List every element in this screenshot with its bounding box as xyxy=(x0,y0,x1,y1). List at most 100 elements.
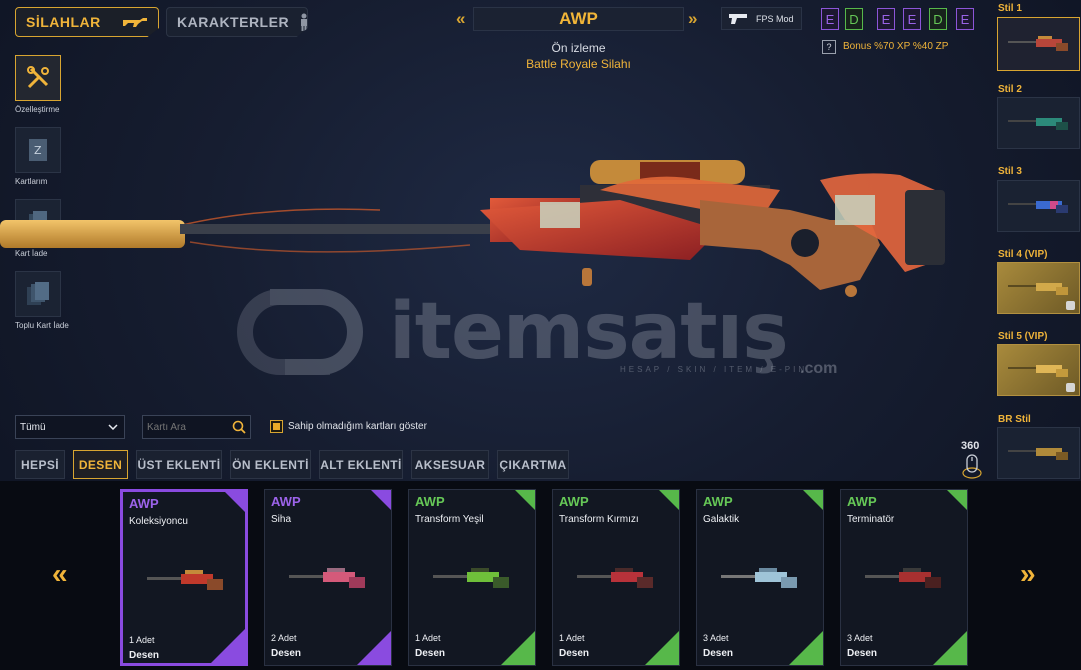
skin-thumbnail xyxy=(147,570,223,590)
watermark-sub: HESAP / SKIN / ITEM / E-PIN xyxy=(620,365,808,374)
next-weapon-chevron-icon[interactable]: » xyxy=(688,9,697,29)
rarity-corner xyxy=(225,492,245,512)
prev-weapon-chevron-icon[interactable]: « xyxy=(456,9,465,29)
search-icon[interactable] xyxy=(232,420,246,439)
grade-badge: E xyxy=(821,8,839,30)
weapon-subtitle: Battle Royale Silahı xyxy=(526,57,631,71)
card-name: Koleksiyoncu xyxy=(129,516,188,527)
tab-characters[interactable]: KARAKTERLER xyxy=(166,7,308,37)
fps-mode-button[interactable]: FPS Mod xyxy=(721,7,802,30)
awp-skin-thumbnail xyxy=(1007,118,1068,130)
card-name: Galaktik xyxy=(703,514,740,525)
bonus-text: Bonus %70 XP %40 ZP xyxy=(843,41,949,52)
preview-label: Ön izleme xyxy=(551,41,606,55)
watermark-dot: .com xyxy=(800,360,838,377)
card-count: 1 Adet xyxy=(559,633,585,643)
skin-card[interactable]: AWP Transform Kırmızı 1 Adet Desen xyxy=(552,489,680,666)
lock-icon xyxy=(1066,383,1075,392)
rarity-corner xyxy=(515,490,535,510)
lock-icon xyxy=(1066,301,1075,310)
card-weapon: AWP xyxy=(559,494,589,509)
card-count: 3 Adet xyxy=(847,633,873,643)
filter-select[interactable]: Tümü xyxy=(15,415,125,439)
card-count: 1 Adet xyxy=(129,635,155,645)
grade-badge: E xyxy=(903,8,921,30)
style-card-3[interactable] xyxy=(997,180,1080,232)
tab-weapons[interactable]: SİLAHLAR xyxy=(15,7,159,37)
card-type: Desen xyxy=(271,648,302,659)
grade-badge: D xyxy=(845,8,863,30)
awp-skin-thumbnail xyxy=(1007,201,1068,213)
card-type: Desen xyxy=(415,648,446,659)
skin-thumbnail xyxy=(865,568,941,588)
card-type: Desen xyxy=(559,648,590,659)
card-weapon: AWP xyxy=(129,496,159,511)
pistol-icon xyxy=(728,13,748,25)
rotate-360-label: 360 xyxy=(961,440,980,452)
show-unowned-label: Sahip olmadığım kartları göster xyxy=(288,421,427,432)
show-unowned-checkbox[interactable] xyxy=(270,420,283,433)
mouse-icon[interactable] xyxy=(962,453,982,484)
rarity-corner xyxy=(947,490,967,510)
wrench-screwdriver-icon[interactable] xyxy=(15,55,61,101)
rarity-corner xyxy=(659,490,679,510)
bonus-help-icon[interactable]: ? xyxy=(822,40,836,54)
skin-thumbnail xyxy=(289,568,365,588)
style-label: Stil 2 xyxy=(998,84,1022,95)
customize-tool[interactable]: Özelleştirme xyxy=(15,55,61,114)
awp-skin-thumbnail xyxy=(1007,36,1068,51)
rifle-icon xyxy=(122,16,148,28)
skin-card[interactable]: AWP Transform Yeşil 1 Adet Desen xyxy=(408,489,536,666)
card-count: 1 Adet xyxy=(415,633,441,643)
card-type: Desen xyxy=(129,650,160,661)
card-count: 3 Adet xyxy=(703,633,729,643)
tab-all[interactable]: HEPSİ xyxy=(15,450,65,479)
tab-front-attachment[interactable]: ÖN EKLENTİ xyxy=(230,450,311,479)
skin-card[interactable]: AWP Koleksiyoncu 1 Adet Desen xyxy=(120,489,248,666)
style-card-br[interactable] xyxy=(997,427,1080,479)
rarity-corner xyxy=(371,490,391,510)
grade-badge: E xyxy=(877,8,895,30)
skin-card[interactable]: AWP Terminatör 3 Adet Desen xyxy=(840,489,968,666)
style-card-1[interactable] xyxy=(997,17,1080,71)
style-label: Stil 4 (VIP) xyxy=(998,249,1048,260)
rarity-corner xyxy=(803,490,823,510)
next-page-chevron-icon[interactable]: » xyxy=(1020,558,1036,590)
tab-top-attachment[interactable]: ÜST EKLENTİ xyxy=(136,450,222,479)
rarity-corner xyxy=(357,631,391,665)
filter-select-value: Tümü xyxy=(20,421,46,433)
tab-weapons-label: SİLAHLAR xyxy=(26,14,101,30)
prev-page-chevron-icon[interactable]: « xyxy=(52,558,68,590)
card-name: Terminatör xyxy=(847,514,895,525)
rarity-corner xyxy=(645,631,679,665)
rarity-corner xyxy=(933,631,967,665)
card-name: Siha xyxy=(271,514,292,525)
bulk-card-return-label: Toplu Kart İade xyxy=(15,321,69,330)
style-label: Stil 3 xyxy=(998,166,1022,177)
skin-card[interactable]: AWP Galaktik 3 Adet Desen xyxy=(696,489,824,666)
tab-bottom-attachment[interactable]: ALT EKLENTİ xyxy=(319,450,403,479)
tab-accessory[interactable]: AKSESUAR xyxy=(411,450,489,479)
card-count: 2 Adet xyxy=(271,633,297,643)
awp-weapon-preview xyxy=(0,160,945,297)
style-card-5[interactable] xyxy=(997,344,1080,396)
awp-skin-thumbnail xyxy=(1007,283,1068,295)
chevron-down-icon xyxy=(108,422,118,433)
style-label: BR Stil xyxy=(998,414,1031,425)
card-weapon: AWP xyxy=(847,494,877,509)
tab-characters-label: KARAKTERLER xyxy=(177,14,290,30)
style-card-2[interactable] xyxy=(997,97,1080,149)
tab-sticker[interactable]: ÇIKARTMA xyxy=(497,450,569,479)
card-name: Transform Yeşil xyxy=(415,514,484,525)
rarity-corner xyxy=(501,631,535,665)
skin-card[interactable]: AWP Siha 2 Adet Desen xyxy=(264,489,392,666)
awp-skin-thumbnail xyxy=(1007,365,1068,377)
style-label: Stil 1 xyxy=(998,3,1022,14)
card-type: Desen xyxy=(703,648,734,659)
tab-pattern[interactable]: DESEN xyxy=(73,450,128,479)
skin-thumbnail xyxy=(721,568,797,588)
skin-thumbnail xyxy=(433,568,509,588)
style-card-4[interactable] xyxy=(997,262,1080,314)
skin-thumbnail xyxy=(577,568,653,588)
fps-mode-label: FPS Mod xyxy=(756,13,794,24)
